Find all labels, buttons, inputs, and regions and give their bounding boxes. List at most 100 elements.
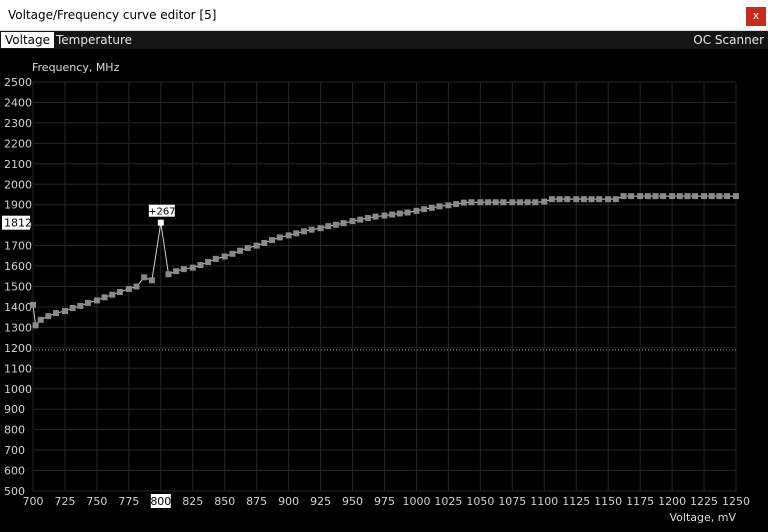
curve-point[interactable] xyxy=(205,258,212,265)
x-tick-label: 1225 xyxy=(690,495,718,508)
tab-voltage[interactable]: Voltage xyxy=(1,32,55,48)
curve-point[interactable] xyxy=(53,310,60,317)
curve-point[interactable] xyxy=(669,193,676,200)
curve-point[interactable] xyxy=(317,225,324,232)
curve-point[interactable] xyxy=(340,220,347,227)
curve-point[interactable] xyxy=(293,230,300,237)
curve-point[interactable] xyxy=(141,274,148,281)
curve-point[interactable] xyxy=(620,193,627,200)
y-tick-label: 1000 xyxy=(4,383,32,396)
curve-point[interactable] xyxy=(684,193,691,200)
curve-point[interactable] xyxy=(148,277,155,284)
oc-scanner-button[interactable]: OC Scanner xyxy=(693,32,764,48)
curve-point[interactable] xyxy=(436,203,443,210)
y-tick-label: 2100 xyxy=(4,158,32,171)
curve-point[interactable] xyxy=(652,193,659,200)
curve-point[interactable] xyxy=(421,206,428,213)
tab-temperature[interactable]: Temperature xyxy=(52,32,136,48)
curve-point[interactable] xyxy=(109,291,116,298)
curve-point[interactable] xyxy=(428,204,435,211)
curve-point[interactable] xyxy=(516,199,523,206)
curve-point[interactable] xyxy=(244,245,251,252)
curve-point[interactable] xyxy=(612,196,619,203)
curve-point[interactable] xyxy=(229,250,236,257)
curve-point[interactable] xyxy=(221,253,228,260)
selected-curve-point[interactable] xyxy=(157,219,164,226)
curve-point[interactable] xyxy=(93,297,100,304)
curve-point[interactable] xyxy=(396,210,403,217)
curve-point[interactable] xyxy=(364,214,371,221)
curve-point[interactable] xyxy=(349,218,356,225)
curve-point[interactable] xyxy=(325,223,332,230)
curve-point[interactable] xyxy=(468,199,475,206)
curve-point[interactable] xyxy=(445,202,452,209)
vf-curve-chart[interactable]: Frequency, MHz Voltage, mV 5006007008009… xyxy=(0,49,768,532)
curve-point[interactable] xyxy=(708,193,715,200)
curve-point[interactable] xyxy=(381,212,388,219)
curve-point[interactable] xyxy=(197,262,204,269)
curve-point[interactable] xyxy=(253,242,260,249)
curve-point[interactable] xyxy=(524,199,531,206)
curve-point[interactable] xyxy=(596,196,603,203)
curve-point[interactable] xyxy=(180,266,187,273)
curve-point[interactable] xyxy=(676,193,683,200)
y-tick-label: 1400 xyxy=(4,301,32,314)
curve-point[interactable] xyxy=(101,294,108,301)
curve-point[interactable] xyxy=(564,196,571,203)
curve-point[interactable] xyxy=(357,216,364,223)
curve-point[interactable] xyxy=(32,322,39,329)
curve-point[interactable] xyxy=(485,199,492,206)
curve-point[interactable] xyxy=(77,302,84,309)
curve-point[interactable] xyxy=(276,234,283,241)
curve-point[interactable] xyxy=(628,193,635,200)
curve-point[interactable] xyxy=(308,226,315,233)
curve-point[interactable] xyxy=(509,199,516,206)
x-tick-label: 1075 xyxy=(498,495,526,508)
curve-point[interactable] xyxy=(413,207,420,214)
curve-point[interactable] xyxy=(84,299,91,306)
close-button[interactable]: x xyxy=(746,7,766,26)
curve-point[interactable] xyxy=(69,304,76,311)
curve-point[interactable] xyxy=(724,193,731,200)
curve-point[interactable] xyxy=(116,289,123,296)
curve-point[interactable] xyxy=(125,285,132,292)
curve-point[interactable] xyxy=(492,199,499,206)
curve-point[interactable] xyxy=(300,228,307,235)
curve-point[interactable] xyxy=(556,196,563,203)
curve-point[interactable] xyxy=(189,264,196,271)
curve-point[interactable] xyxy=(212,255,219,262)
curve-point[interactable] xyxy=(30,301,36,308)
curve-point[interactable] xyxy=(37,316,44,323)
curve-point[interactable] xyxy=(404,209,411,216)
curve-point[interactable] xyxy=(660,193,667,200)
curve-point[interactable] xyxy=(701,193,708,200)
curve-point[interactable] xyxy=(644,193,651,200)
curve-point[interactable] xyxy=(692,193,699,200)
curve-point[interactable] xyxy=(580,196,587,203)
curve-point[interactable] xyxy=(637,193,644,200)
curve-point[interactable] xyxy=(45,313,52,320)
curve-point[interactable] xyxy=(733,193,739,200)
curve-point[interactable] xyxy=(532,199,539,206)
curve-point[interactable] xyxy=(237,247,244,254)
curve-point[interactable] xyxy=(548,196,555,203)
curve-point[interactable] xyxy=(372,213,379,220)
curve-point[interactable] xyxy=(173,268,180,275)
curve-point[interactable] xyxy=(453,201,460,208)
curve-point[interactable] xyxy=(500,199,507,206)
curve-point[interactable] xyxy=(389,211,396,218)
curve-point[interactable] xyxy=(332,221,339,228)
curve-point[interactable] xyxy=(605,196,612,203)
curve-point[interactable] xyxy=(285,232,292,239)
curve-point[interactable] xyxy=(61,308,68,315)
curve-point[interactable] xyxy=(588,196,595,203)
curve-point[interactable] xyxy=(460,199,467,206)
curve-point[interactable] xyxy=(133,283,140,290)
curve-point[interactable] xyxy=(261,239,268,246)
curve-point[interactable] xyxy=(477,199,484,206)
curve-point[interactable] xyxy=(573,196,580,203)
curve-point[interactable] xyxy=(541,198,548,205)
curve-point[interactable] xyxy=(716,193,723,200)
curve-point[interactable] xyxy=(165,271,172,278)
curve-point[interactable] xyxy=(269,237,276,244)
